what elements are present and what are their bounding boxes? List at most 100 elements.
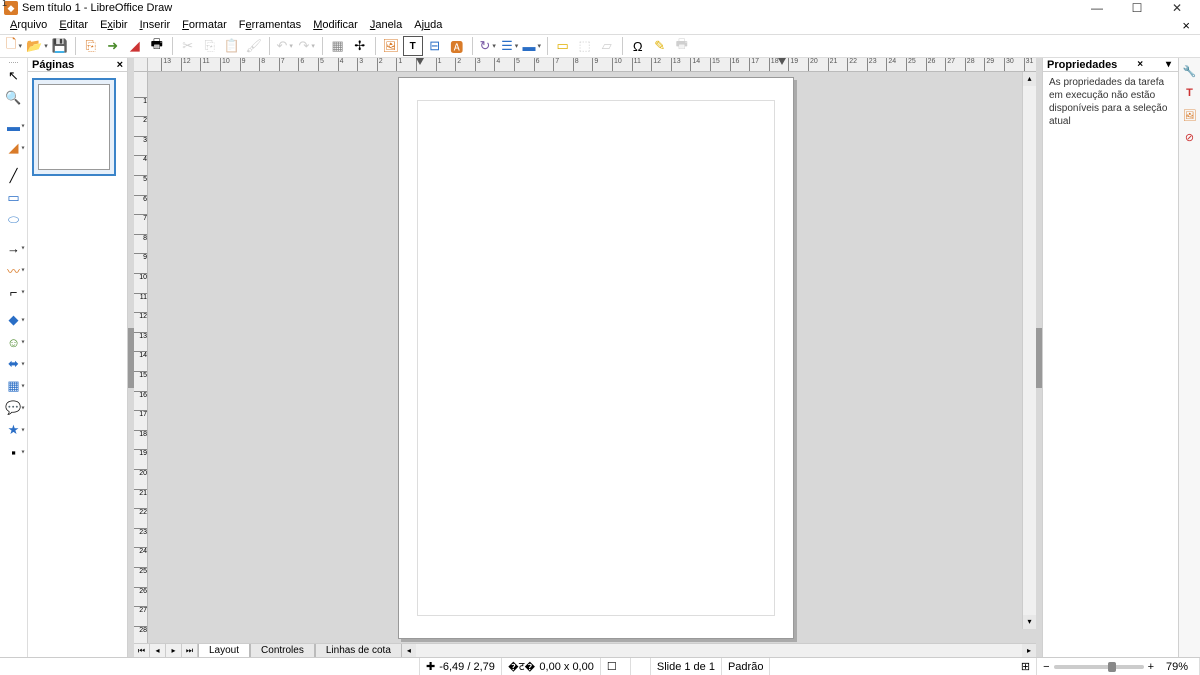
export-pdf-button[interactable]: ◢: [125, 36, 145, 56]
right-collapse-bar[interactable]: [1036, 58, 1042, 657]
ruler-marker-left[interactable]: [416, 58, 424, 65]
insert-hyperlink-button[interactable]: ⊟: [425, 36, 445, 56]
next-page-button[interactable]: ▸: [166, 644, 182, 657]
scroll-down-button[interactable]: ▾: [1023, 615, 1036, 629]
fill-color-tool[interactable]: ◢▾: [2, 137, 26, 159]
tab-controls[interactable]: Controles: [250, 644, 315, 657]
callouts-tool[interactable]: 💬▾: [2, 397, 26, 419]
redo-button[interactable]: ↷▾: [297, 36, 317, 56]
canvas[interactable]: [148, 72, 1036, 643]
fit-page-button[interactable]: ⊞: [1015, 658, 1037, 675]
page-thumbnail[interactable]: 1: [32, 78, 116, 176]
filter-button[interactable]: ▱: [597, 36, 617, 56]
crop-button[interactable]: ⬚: [575, 36, 595, 56]
line-tool[interactable]: ╱: [2, 165, 26, 187]
properties-panel-message: As propriedades da tarefa em execução nã…: [1043, 72, 1178, 132]
menu-ferramentas[interactable]: Ferramentas: [233, 19, 307, 31]
edit-gluepoints-button[interactable]: ✎: [650, 36, 670, 56]
select-tool[interactable]: ↖: [2, 65, 26, 87]
flowchart-tool[interactable]: ▦▾: [2, 375, 26, 397]
menu-exibir[interactable]: Exibir: [94, 19, 134, 31]
sidebar-gallery-icon[interactable]: 🖼: [1181, 106, 1199, 124]
menu-ajuda[interactable]: Ajuda: [408, 19, 448, 31]
zoom-tool[interactable]: 🔍: [2, 87, 26, 109]
status-size: �ट� 0,00 x 0,00: [502, 658, 601, 675]
ruler-marker-right[interactable]: [778, 58, 786, 65]
tab-dims[interactable]: Linhas de cota: [315, 644, 402, 657]
new-button[interactable]: 🗋▾: [4, 36, 24, 56]
insert-textbox-button[interactable]: T: [403, 36, 423, 56]
zoom-value[interactable]: 79%: [1160, 658, 1200, 675]
scroll-right-button[interactable]: ▸: [1022, 644, 1036, 657]
toggle-extrusion-button[interactable]: Ω: [628, 36, 648, 56]
horizontal-ruler[interactable]: 1312111098765432112345678910111213141516…: [148, 58, 1036, 72]
minimize-button[interactable]: —: [1084, 1, 1110, 15]
cut-button[interactable]: ✂: [178, 36, 198, 56]
horizontal-scroll-row: ⏮ ◂ ▸ ⏭ Layout Controles Linhas de cota …: [134, 643, 1036, 657]
menu-editar[interactable]: Editar: [53, 19, 94, 31]
stars-tool[interactable]: ★▾: [2, 419, 26, 441]
status-coords: ✚ -6,49 / 2,79: [420, 658, 502, 675]
close-document-button[interactable]: ×: [1176, 18, 1196, 33]
shadow-button[interactable]: ▭: [553, 36, 573, 56]
status-slide[interactable]: Slide 1 de 1: [651, 658, 722, 675]
menu-formatar[interactable]: Formatar: [176, 19, 233, 31]
first-page-button[interactable]: ⏮: [134, 644, 150, 657]
insert-fontwork-button[interactable]: 🅰: [447, 36, 467, 56]
pages-panel-close[interactable]: ×: [117, 59, 123, 71]
sidebar-properties-icon[interactable]: 🔧: [1181, 62, 1199, 80]
status-style[interactable]: Padrão: [722, 658, 770, 675]
maximize-button[interactable]: ☐: [1124, 1, 1150, 15]
open-button[interactable]: 📂▾: [26, 36, 48, 56]
rectangle-tool[interactable]: ▭: [2, 187, 26, 209]
line-color-tool[interactable]: ▬▾: [2, 115, 26, 137]
3d-objects-tool[interactable]: ▪▾: [2, 441, 26, 463]
prev-page-button[interactable]: ◂: [150, 644, 166, 657]
page[interactable]: [398, 77, 794, 639]
last-page-button[interactable]: ⏭: [182, 644, 198, 657]
zoom-slider[interactable]: − +: [1037, 658, 1160, 675]
menu-modificar[interactable]: Modificar: [307, 19, 364, 31]
helplines-button[interactable]: ✢: [350, 36, 370, 56]
grid-button[interactable]: ▦: [328, 36, 348, 56]
arrange-button[interactable]: ▬▾: [522, 36, 542, 56]
insert-image-button[interactable]: 🖼: [381, 36, 401, 56]
page-margin: [417, 100, 775, 616]
export-button[interactable]: ⎘: [81, 36, 101, 56]
scroll-left-button[interactable]: ◂: [402, 644, 416, 657]
copy-button[interactable]: ⎘: [200, 36, 220, 56]
status-modified-icon: ☐: [601, 658, 631, 675]
save-button[interactable]: 💾: [50, 36, 70, 56]
scroll-up-button[interactable]: ▴: [1023, 72, 1036, 86]
print-button[interactable]: 🖶: [147, 36, 167, 56]
show-draw-functions-button[interactable]: 🖶: [672, 36, 692, 56]
menu-arquivo[interactable]: Arquivo: [4, 19, 53, 31]
vertical-ruler[interactable]: 1234567891011121314151617181920212223242…: [134, 72, 148, 643]
close-button[interactable]: ✕: [1164, 1, 1190, 15]
align-button[interactable]: ☰▾: [500, 36, 520, 56]
basic-shapes-tool[interactable]: ◆▾: [2, 309, 26, 331]
clone-format-button[interactable]: 🖌: [244, 36, 264, 56]
properties-panel-close[interactable]: ×: [1134, 59, 1146, 70]
sidebar-navigator-icon[interactable]: ⊘: [1181, 128, 1199, 146]
undo-button[interactable]: ↶▾: [275, 36, 295, 56]
menubar: Arquivo Editar Exibir Inserir Formatar F…: [0, 16, 1200, 34]
menu-inserir[interactable]: Inserir: [134, 19, 177, 31]
properties-panel-menu[interactable]: ▾: [1163, 59, 1174, 70]
curve-tool[interactable]: 〰▾: [2, 259, 26, 281]
arrow-tool[interactable]: →▾: [2, 237, 26, 259]
connector-tool[interactable]: ⌐▾: [2, 281, 26, 303]
export-direct-button[interactable]: ➜: [103, 36, 123, 56]
properties-panel: Propriedades × ▾ As propriedades da tare…: [1042, 58, 1178, 657]
ellipse-tool[interactable]: ⬭: [2, 209, 26, 231]
tab-layout[interactable]: Layout: [198, 644, 250, 657]
rotate-button[interactable]: ↻▾: [478, 36, 498, 56]
sidebar-styles-icon[interactable]: T: [1181, 84, 1199, 102]
sidebar-tabs: 🔧 T 🖼 ⊘: [1178, 58, 1200, 657]
paste-button[interactable]: 📋: [222, 36, 242, 56]
horizontal-scrollbar[interactable]: ◂ ▸: [402, 644, 1036, 657]
vertical-scrollbar[interactable]: ▴ ▾: [1022, 72, 1036, 629]
block-arrows-tool[interactable]: ⬌▾: [2, 353, 26, 375]
symbol-shapes-tool[interactable]: ☺▾: [2, 331, 26, 353]
menu-janela[interactable]: Janela: [364, 19, 408, 31]
